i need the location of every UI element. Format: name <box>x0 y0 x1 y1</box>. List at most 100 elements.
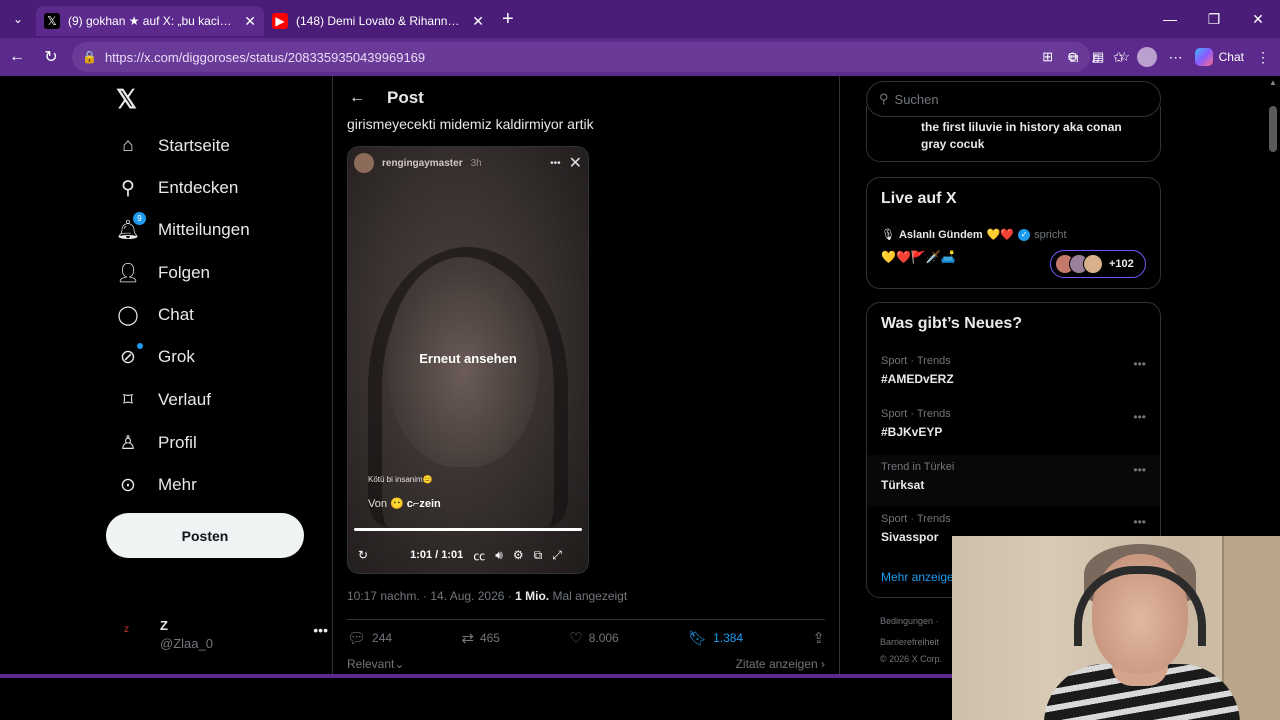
trend-more-icon[interactable]: ••• <box>1133 463 1146 477</box>
nav-item-follow[interactable]: 👤︎ Folgen <box>116 261 210 285</box>
home-icon: ⌂ <box>122 135 134 156</box>
nav-item-bookmarks[interactable]: ⌑ Verlauf <box>116 388 211 412</box>
footer-terms-link[interactable]: Bedingungen · <box>880 616 939 626</box>
nav-item-notifications[interactable]: 🔔︎ 9 Mitteilungen <box>116 212 250 242</box>
trend-item[interactable]: Trend in Türkei Türksat ••• <box>867 455 1160 507</box>
listener-avatars: +102 <box>1050 250 1146 278</box>
tab-x-post[interactable]: 𝕏 (9) gokhan ★ auf X: „bu kacinci olc ✕ <box>36 6 264 36</box>
settings-icon[interactable]: ⚙ <box>513 548 524 562</box>
search-input[interactable]: ⚲ Suchen <box>866 81 1161 117</box>
extensions-icon[interactable]: ⧉ <box>1068 49 1078 66</box>
trend-item[interactable]: Sport · Trends #AMEDvERZ ••• <box>867 349 1160 401</box>
trend-name: Türksat <box>881 478 925 492</box>
story-source: Von 😶 c⌐zein <box>368 497 441 510</box>
like-button[interactable]: ♡ 8.006 <box>569 629 618 647</box>
verified-icon: ✓ <box>1018 228 1031 241</box>
url-bar[interactable]: 🔒 https://x.com/diggoroses/status/208335… <box>72 42 1090 72</box>
search-icon: ⚲ <box>879 91 889 106</box>
trend-item[interactable]: Sport · Trends #BJKvEYP ••• <box>867 402 1160 454</box>
copilot-chat-button[interactable]: Chat <box>1194 48 1244 66</box>
pip-icon[interactable]: ⧉ <box>534 548 543 563</box>
source-user: c⌐zein <box>406 498 441 510</box>
bookmark-icon: ⌑ <box>123 389 133 411</box>
replay-icon[interactable]: ↻ <box>358 548 368 562</box>
chevron-down-icon: ⌄ <box>394 657 405 671</box>
rewatch-button[interactable]: Erneut ansehen <box>348 351 588 366</box>
video-progress-bar[interactable] <box>354 528 582 531</box>
nav-item-more[interactable]: ⊙ Mehr <box>116 473 197 497</box>
heart-icon: ♡ <box>569 630 583 647</box>
trend-more-icon[interactable]: ••• <box>1133 410 1146 424</box>
back-arrow-icon[interactable]: ← <box>349 89 365 107</box>
nav-item-grok[interactable]: ⊘ Grok <box>116 343 195 369</box>
live-card[interactable]: Live auf X 🎙 Aslanlı Gündem 💛❤️ ✓ sprich… <box>866 177 1161 289</box>
source-icon: 😶 <box>390 498 407 510</box>
reply-icon: 💬︎ <box>347 630 367 647</box>
youtube-favicon-icon: ▶ <box>272 13 288 29</box>
nav-item-explore[interactable]: ⚲ Entdecken <box>116 176 238 200</box>
scroll-up-icon[interactable]: ▲ <box>1269 78 1277 87</box>
account-switcher[interactable]: z Z @Zlaa_0 ••• <box>124 616 328 656</box>
minimize-button[interactable]: — <box>1148 0 1192 38</box>
nav-item-profile[interactable]: ♙ Profil <box>116 431 196 455</box>
views-label: Mal angezeigt <box>549 589 628 603</box>
volume-icon[interactable]: 🔊︎ <box>495 548 503 563</box>
story-more-icon: ••• <box>550 157 561 169</box>
account-more-icon[interactable]: ••• <box>313 622 328 638</box>
avatar <box>354 153 374 173</box>
post-button[interactable]: Posten <box>106 513 304 558</box>
close-window-button[interactable]: ✕ <box>1236 0 1280 38</box>
close-tab-icon[interactable]: ✕ <box>244 13 256 30</box>
story-header: rengingaymaster 3h ••• ✕ <box>348 147 588 179</box>
video-player[interactable]: rengingaymaster 3h ••• ✕ Erneut ansehen … <box>347 146 589 574</box>
grok-icon: ⊘ <box>116 343 143 369</box>
copilot-icon <box>1194 48 1213 66</box>
tab-actions-menu[interactable]: ⌄ <box>0 0 36 38</box>
repost-button[interactable]: ⇄ 465 <box>461 629 500 647</box>
like-count: 8.006 <box>588 631 619 645</box>
view-quotes-link[interactable]: Zitate anzeigen › <box>736 657 825 671</box>
profile-avatar[interactable] <box>1136 47 1157 67</box>
trend-name: #BJKvEYP <box>881 425 943 439</box>
new-tab-button[interactable]: + <box>502 8 514 31</box>
nav-label: Startseite <box>158 136 230 155</box>
maximize-button[interactable]: ❐ <box>1192 0 1236 38</box>
reply-button[interactable]: 💬︎ 244 <box>347 629 392 647</box>
post-timestamp[interactable]: 10:17 nachm. · 14. Aug. 2026 · <box>347 589 515 603</box>
webcam-overlay <box>952 536 1280 720</box>
post-meta: 10:17 nachm. · 14. Aug. 2026 · 1 Mio. Ma… <box>347 589 627 603</box>
favorites-icon[interactable]: ✩ <box>1113 49 1125 66</box>
tab-youtube[interactable]: ▶ (148) Demi Lovato & Rihanna - Sta ✕ <box>264 6 492 36</box>
footer-copyright: © 2026 X Corp. <box>880 654 943 664</box>
x-logo-icon[interactable]: 𝕏 <box>116 84 137 115</box>
address-toolbar: ← ↻ 🔒 https://x.com/diggoroses/status/20… <box>0 38 1280 76</box>
sort-relevant-dropdown[interactable]: Relevant⌄ <box>347 657 404 671</box>
apps-icon[interactable]: ⊞ <box>1042 49 1053 65</box>
trend-more-icon[interactable]: ••• <box>1133 357 1146 371</box>
share-button[interactable]: ⇪ <box>812 629 825 647</box>
settings-more-icon[interactable]: ⋯ <box>1169 49 1183 66</box>
footer-accessibility-link[interactable]: Barrierefreiheit <box>880 637 939 647</box>
show-more-link[interactable]: Mehr anzeigen <box>881 570 960 584</box>
close-tab-icon[interactable]: ✕ <box>472 13 484 30</box>
reload-button[interactable]: ↻ <box>34 38 68 76</box>
sidebar-more-icon[interactable]: ⋮ <box>1256 49 1270 66</box>
story-close-icon: ✕ <box>568 155 582 172</box>
trend-category: Sport · Trends <box>881 355 951 367</box>
trends-title: Was gibt’s Neues? <box>881 315 1023 332</box>
site-info-icon[interactable]: 🔒 <box>82 50 97 64</box>
split-screen-icon[interactable]: ♫ <box>1090 49 1101 65</box>
back-button[interactable]: ← <box>0 38 34 76</box>
bookmark-button[interactable]: 🔖︎ 1.384 <box>688 629 743 647</box>
nav-item-home[interactable]: ⌂ Startseite <box>116 134 230 158</box>
nav-item-chat[interactable]: ◯ Chat <box>116 303 194 327</box>
browser-tabbar: ⌄ 𝕏 (9) gokhan ★ auf X: „bu kacinci olc … <box>0 0 1280 38</box>
story-username: rengingaymaster <box>382 157 463 169</box>
captions-icon[interactable]: ㏄ <box>473 547 485 564</box>
repost-count: 465 <box>479 631 500 645</box>
scrollbar-thumb[interactable] <box>1269 106 1277 152</box>
live-status: spricht <box>1034 228 1067 241</box>
fullscreen-icon[interactable]: ⤢ <box>552 548 562 563</box>
trend-more-icon[interactable]: ••• <box>1133 515 1146 529</box>
notification-badge: 9 <box>133 212 146 225</box>
